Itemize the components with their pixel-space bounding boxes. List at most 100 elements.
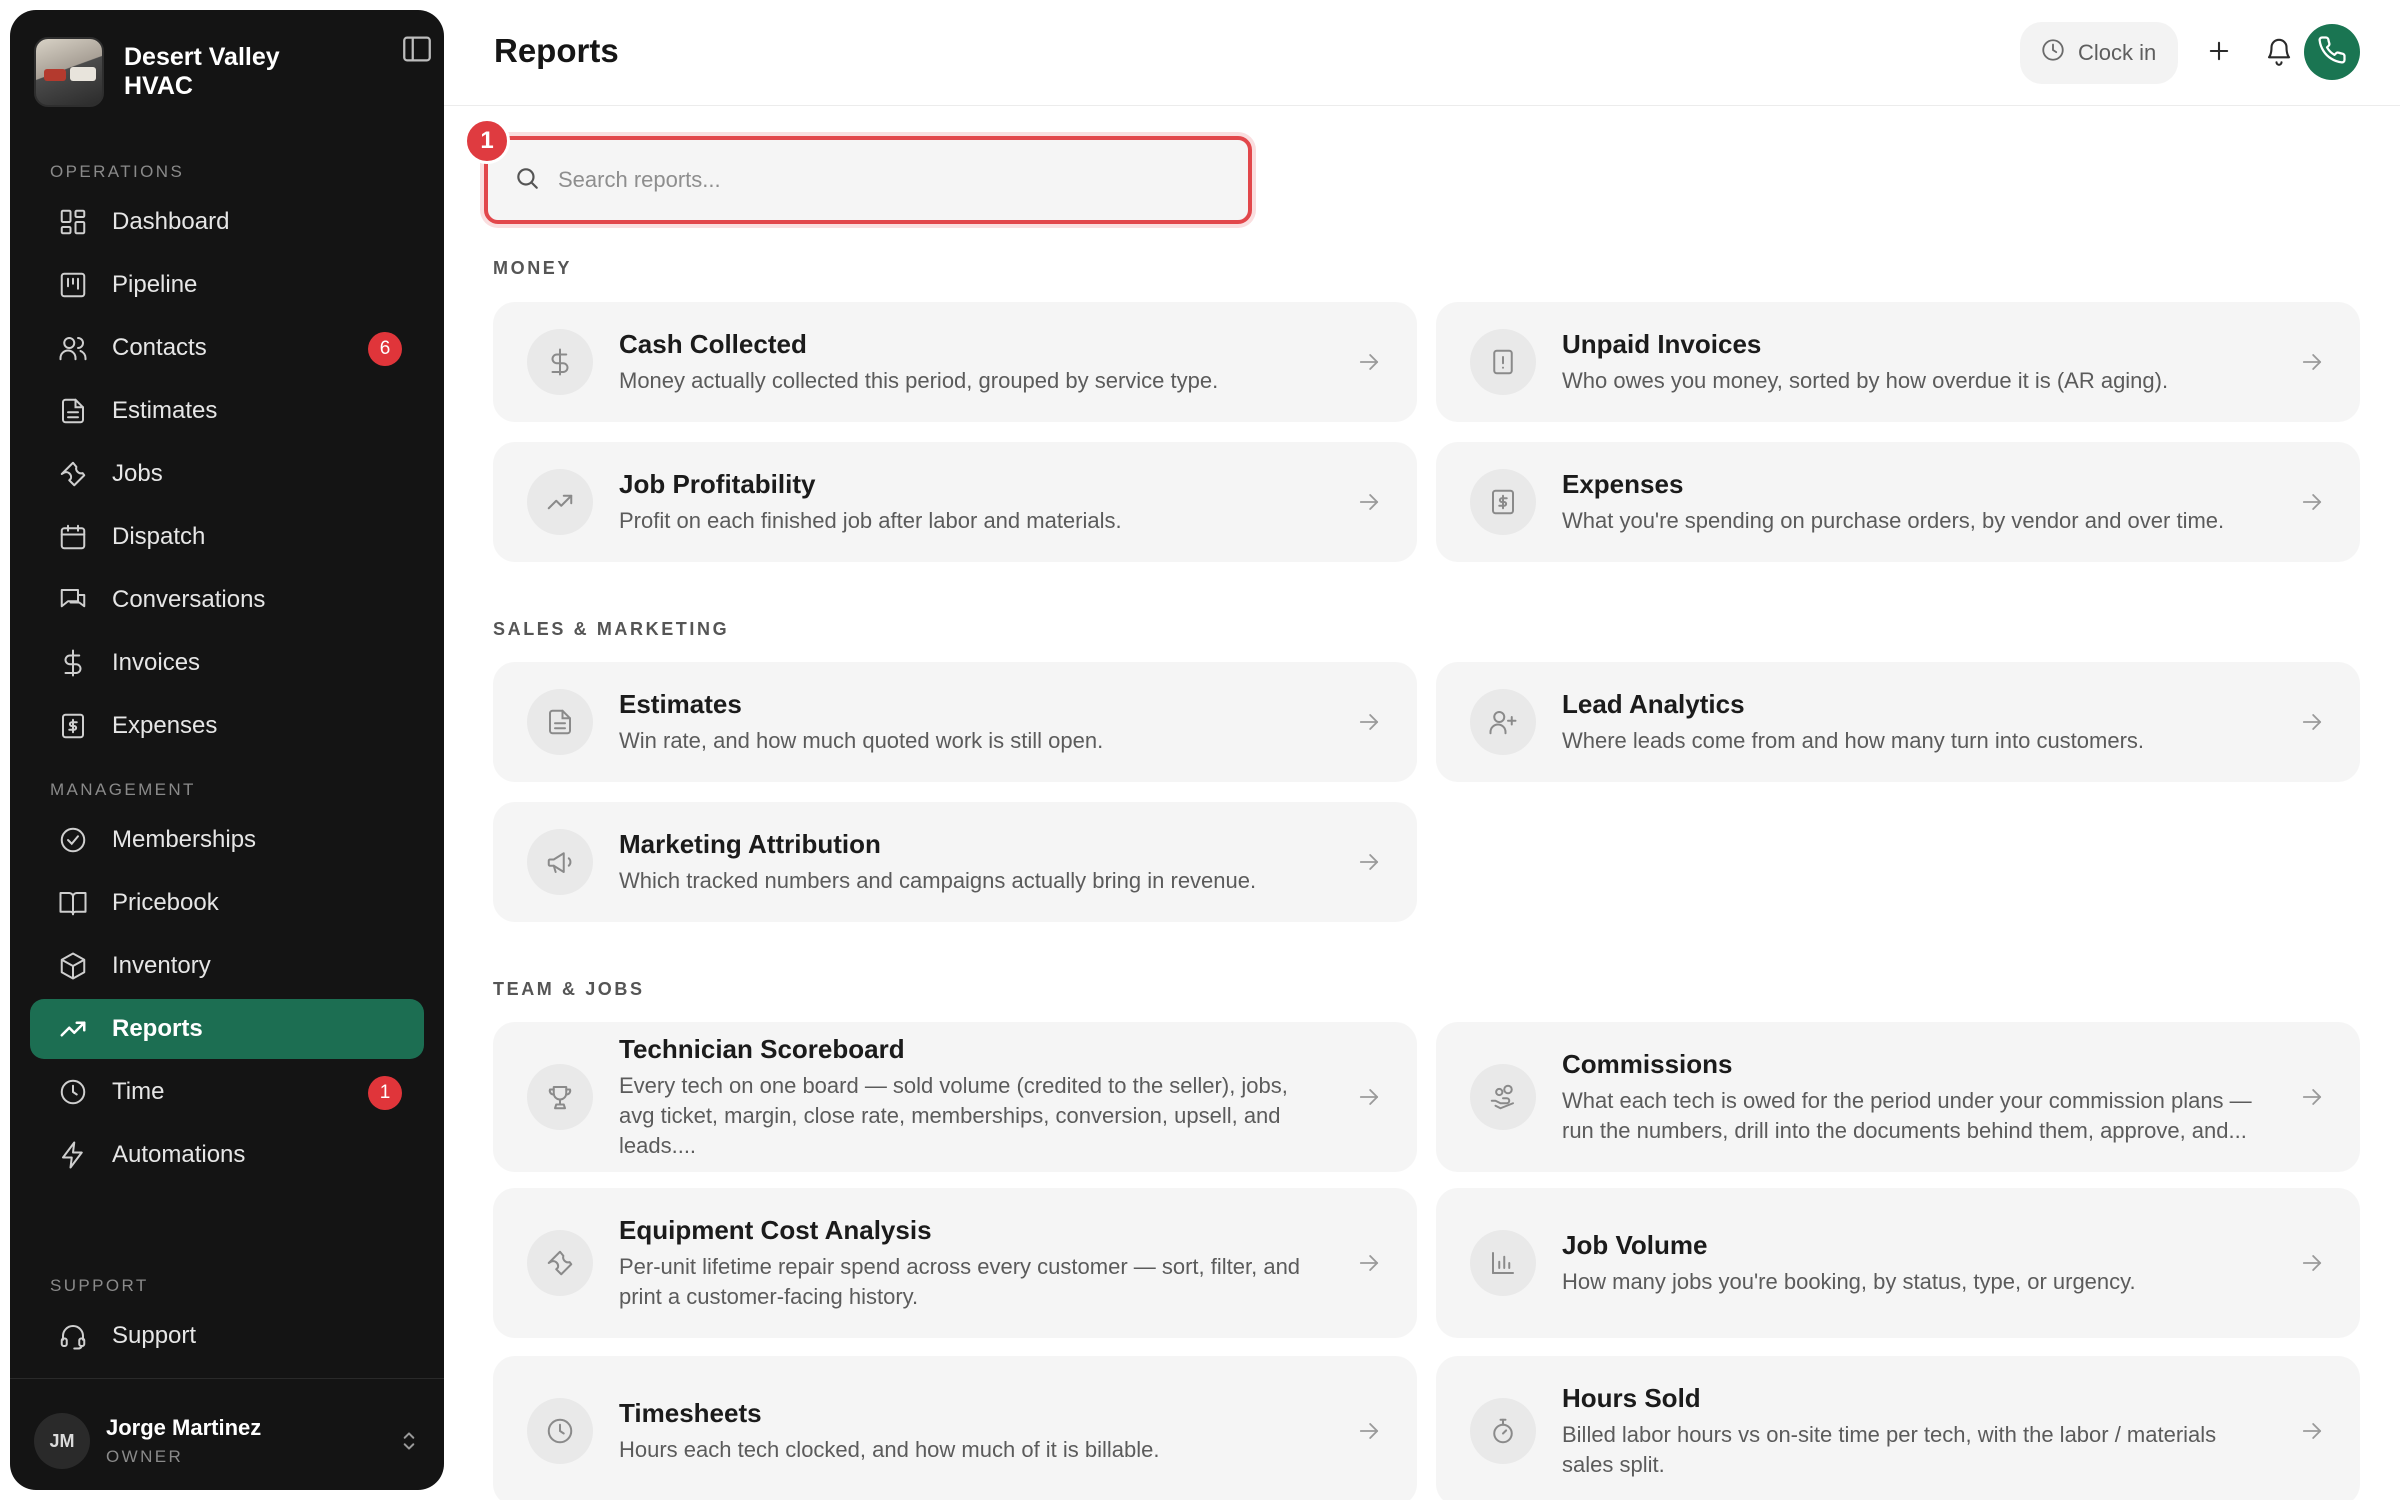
report-card-equipment-cost-analysis[interactable]: Equipment Cost Analysis Per-unit lifetime… xyxy=(493,1188,1417,1338)
sidebar-item-support[interactable]: Support xyxy=(30,1306,424,1366)
report-title: Estimates xyxy=(619,688,742,719)
sidebar-item-inventory[interactable]: Inventory xyxy=(30,936,424,996)
clock-in-button[interactable]: Clock in xyxy=(2020,22,2178,84)
sidebar-item-label: Support xyxy=(112,1322,197,1349)
chat-icon xyxy=(58,585,88,615)
arrow-right-icon xyxy=(2298,488,2326,516)
report-card-timesheets[interactable]: Timesheets Hours each tech clocked, and h… xyxy=(493,1356,1417,1500)
section-label-management: MANAGEMENT xyxy=(50,780,196,799)
bell-icon xyxy=(2264,36,2294,71)
report-description: What you're spending on purchase orders,… xyxy=(1562,507,2225,533)
brand-logo xyxy=(34,37,104,107)
report-description: Every tech on one board — sold volume (c… xyxy=(619,1072,1288,1158)
brand-name: Desert Valley HVAC xyxy=(124,43,280,100)
sidebar-item-reports[interactable]: Reports xyxy=(30,999,424,1059)
report-title: Equipment Cost Analysis xyxy=(619,1214,932,1245)
headset-icon xyxy=(58,1321,88,1351)
report-card-hours-sold[interactable]: Hours Sold Billed labor hours vs on-site … xyxy=(1436,1356,2360,1500)
report-card-unpaid-invoices[interactable]: Unpaid Invoices Who owes you money, sorte… xyxy=(1436,302,2360,422)
sidebar-toggle-icon[interactable] xyxy=(400,32,434,66)
wrench-icon xyxy=(527,1230,593,1296)
report-card-estimates[interactable]: Estimates Win rate, and how much quoted w… xyxy=(493,662,1417,782)
brand[interactable]: Desert Valley HVAC xyxy=(34,34,420,110)
clock-icon xyxy=(2040,37,2066,69)
sidebar-item-estimates[interactable]: Estimates xyxy=(30,381,424,441)
time-count-badge: 1 xyxy=(368,1076,402,1110)
report-title: Timesheets xyxy=(619,1397,762,1428)
sidebar-item-time[interactable]: Time 1 xyxy=(30,1062,424,1122)
sidebar-item-label: Inventory xyxy=(112,952,211,979)
report-card-commissions[interactable]: Commissions What each tech is owed for th… xyxy=(1436,1022,2360,1172)
report-card-marketing-attribution[interactable]: Marketing Attribution Which tracked numbe… xyxy=(493,802,1417,922)
sidebar-item-dispatch[interactable]: Dispatch xyxy=(30,507,424,567)
trophy-icon xyxy=(527,1064,593,1130)
sidebar-item-conversations[interactable]: Conversations xyxy=(30,570,424,630)
report-description: Per-unit lifetime repair spend across ev… xyxy=(619,1253,1301,1309)
alert-document-icon xyxy=(1470,329,1536,395)
wrench-icon xyxy=(58,459,88,489)
report-description: Who owes you money, sorted by how overdu… xyxy=(1562,367,2169,393)
phone-button[interactable] xyxy=(2304,24,2360,80)
add-button[interactable] xyxy=(2188,22,2250,84)
sidebar-item-memberships[interactable]: Memberships xyxy=(30,810,424,870)
arrow-right-icon xyxy=(1355,848,1383,876)
notifications-button[interactable] xyxy=(2248,22,2310,84)
report-description: Hours each tech clocked, and how much of… xyxy=(619,1436,1160,1462)
clock-icon xyxy=(58,1077,88,1107)
arrow-right-icon xyxy=(2298,348,2326,376)
report-card-expenses[interactable]: Expenses What you're spending on purchase… xyxy=(1436,442,2360,562)
arrow-right-icon xyxy=(1355,1249,1383,1277)
section-label-sales-marketing: SALES & MARKETING xyxy=(493,619,730,639)
sidebar-item-contacts[interactable]: Contacts 6 xyxy=(30,318,424,378)
sidebar-item-invoices[interactable]: Invoices xyxy=(30,633,424,693)
bar-chart-icon xyxy=(1470,1230,1536,1296)
sidebar-item-label: Automations xyxy=(112,1141,246,1168)
avatar: JM xyxy=(34,1413,90,1469)
sidebar-item-pricebook[interactable]: Pricebook xyxy=(30,873,424,933)
report-description: Billed labor hours vs on-site time per t… xyxy=(1562,1421,2217,1477)
arrow-right-icon xyxy=(1355,488,1383,516)
report-title: Job Volume xyxy=(1562,1229,1708,1260)
sidebar-item-label: Pipeline xyxy=(112,271,198,298)
report-title: Hours Sold xyxy=(1562,1382,1701,1413)
section-label-support: SUPPORT xyxy=(50,1276,149,1295)
search-box[interactable] xyxy=(484,136,1252,224)
step-badge: 1 xyxy=(464,118,510,164)
report-title: Lead Analytics xyxy=(1562,688,1745,719)
calendar-icon xyxy=(58,522,88,552)
search-input[interactable] xyxy=(558,167,1218,193)
hand-coins-icon xyxy=(1470,1064,1536,1130)
sidebar-item-dashboard[interactable]: Dashboard xyxy=(30,192,424,252)
sidebar-item-pipeline[interactable]: Pipeline xyxy=(30,255,424,315)
page-title: Reports xyxy=(494,32,619,69)
bolt-icon xyxy=(58,1140,88,1170)
arrow-right-icon xyxy=(1355,348,1383,376)
report-description: Money actually collected this period, gr… xyxy=(619,367,1219,393)
sidebar-item-label: Expenses xyxy=(112,712,218,739)
report-title: Job Profitability xyxy=(619,468,816,499)
chevron-up-down-icon[interactable] xyxy=(396,1426,422,1456)
report-card-cash-collected[interactable]: Cash Collected Money actually collected t… xyxy=(493,302,1417,422)
clock-in-label: Clock in xyxy=(2078,40,2157,65)
dollar-icon xyxy=(527,329,593,395)
receipt-icon xyxy=(1470,469,1536,535)
sidebar-item-jobs[interactable]: Jobs xyxy=(30,444,424,504)
user-menu[interactable]: JM Jorge Martinez OWNER xyxy=(34,1406,424,1476)
sidebar-item-label: Conversations xyxy=(112,586,266,613)
receipt-icon xyxy=(58,711,88,741)
section-label-team-jobs: TEAM & JOBS xyxy=(493,979,645,999)
report-card-job-profitability[interactable]: Job Profitability Profit on each finished… xyxy=(493,442,1417,562)
sidebar-divider xyxy=(10,1378,444,1379)
megaphone-icon xyxy=(527,829,593,895)
sidebar-item-automations[interactable]: Automations xyxy=(30,1125,424,1185)
sidebar-item-expenses[interactable]: Expenses xyxy=(30,696,424,756)
user-plus-icon xyxy=(1470,689,1536,755)
report-card-technician-scoreboard[interactable]: Technician Scoreboard Every tech on one b… xyxy=(493,1022,1417,1172)
search-icon xyxy=(514,165,540,196)
report-card-lead-analytics[interactable]: Lead Analytics Where leads come from and … xyxy=(1436,662,2360,782)
sidebar-item-label: Estimates xyxy=(112,397,218,424)
clock-icon xyxy=(527,1398,593,1464)
report-description: How many jobs you're booking, by status,… xyxy=(1562,1268,2136,1294)
report-card-job-volume[interactable]: Job Volume How many jobs you're booking, … xyxy=(1436,1188,2360,1338)
document-icon xyxy=(58,396,88,426)
